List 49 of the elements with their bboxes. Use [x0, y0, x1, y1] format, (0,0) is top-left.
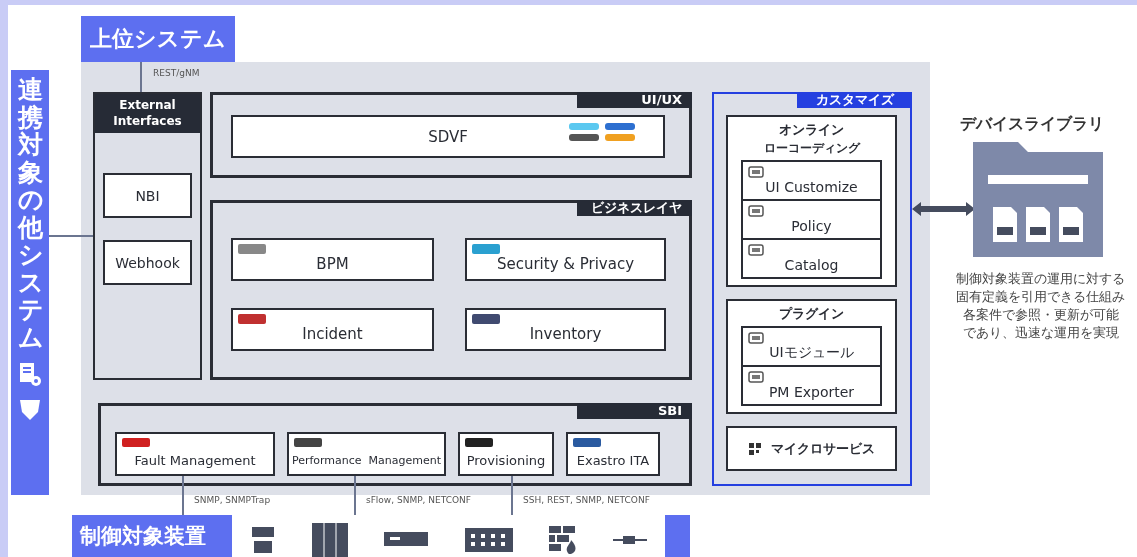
- controlled-devices-label: 制御対象装置: [80, 523, 207, 550]
- firewall-icon: [548, 526, 577, 554]
- qr-code-icon: [748, 442, 761, 455]
- layer-title: SBI: [577, 403, 692, 419]
- description-line: 固有定義を引用できる仕組み: [956, 288, 1125, 306]
- connector-line: [511, 476, 513, 515]
- document-gear-icon: [18, 361, 42, 387]
- component-label: Inventory: [529, 324, 602, 343]
- cable-icon: [612, 535, 647, 545]
- component-label: SDVF: [428, 127, 468, 146]
- shield-icon: [18, 397, 42, 421]
- customize-title: カスタマイズ: [797, 92, 912, 108]
- upper-system-label: 上位システム: [81, 16, 235, 62]
- description-line: であり、迅速な運用を実現: [962, 324, 1119, 342]
- component-label: Exastro ITA: [576, 452, 650, 468]
- item-label: UI Customize: [765, 178, 858, 195]
- connector-line: [140, 62, 142, 92]
- component-label: Incident: [302, 324, 363, 343]
- component-label: BPM: [316, 254, 349, 273]
- connector-line: [49, 235, 93, 237]
- group-title: プラグイン: [779, 305, 844, 323]
- panel-header: External Interfaces: [95, 94, 200, 134]
- component-label: Fault Management: [134, 452, 256, 468]
- connector-line: [354, 476, 356, 515]
- protocol-label: REST/gNM: [153, 68, 200, 78]
- component-label: Provisioning: [466, 452, 546, 468]
- interface-box: Webhook: [103, 240, 192, 286]
- protocol-label: sFlow, SNMP, NETCONF: [366, 495, 471, 507]
- double-arrow-icon: [912, 202, 975, 216]
- protocol-label: SSH, REST, SNMP, NETCONF: [523, 495, 650, 507]
- item-label: Policy: [791, 217, 832, 234]
- protocol-label: SNMP, SNMPTrap: [194, 495, 271, 507]
- library-title: デバイスライブラリ: [960, 114, 1104, 135]
- item-label: UIモジュール: [769, 343, 854, 362]
- group-title: オンライン: [779, 121, 844, 139]
- component-label: Security & Privacy: [496, 254, 635, 273]
- component-label: Performance Management: [291, 453, 442, 467]
- group-subtitle: ローコーディング: [763, 140, 860, 157]
- layer-title: UI/UX: [577, 92, 692, 108]
- layer-title: ビジネスレイヤ: [577, 200, 692, 216]
- description-line: 制御対象装置の運用に対する: [956, 270, 1125, 288]
- description-line: 各案件で参照・更新が可能: [962, 306, 1119, 324]
- connector-line: [182, 476, 184, 515]
- other-systems-label: 連携対象の他システム: [17, 76, 43, 351]
- interface-box: NBI: [103, 173, 192, 219]
- switch-icon: [464, 528, 513, 552]
- item-label: PM Exporter: [768, 383, 855, 400]
- item-label: Catalog: [784, 256, 839, 273]
- group-title: マイクロサービス: [770, 439, 875, 458]
